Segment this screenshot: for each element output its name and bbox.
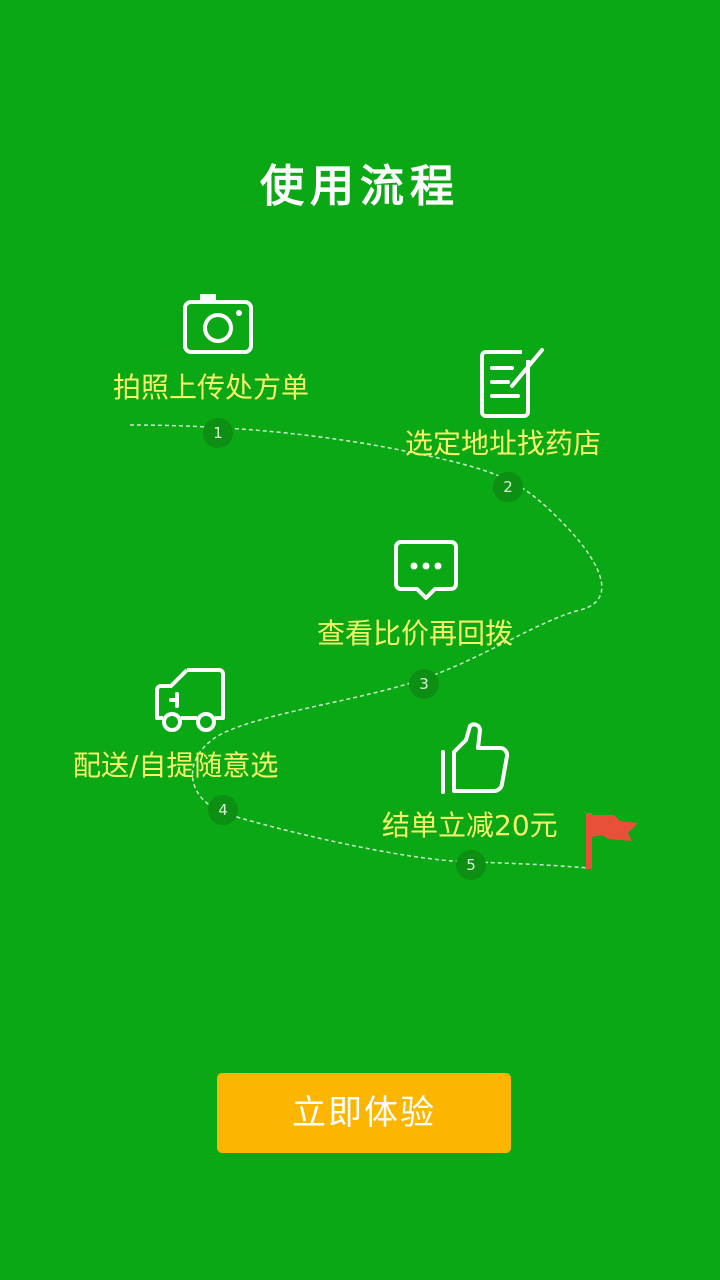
step-1-label: 拍照上传处方单	[113, 371, 310, 404]
step-5-label: 结单立减20元	[382, 809, 558, 842]
try-now-button[interactable]: 立即体验	[217, 1073, 511, 1153]
step-5-number: 5	[456, 850, 486, 880]
step-4-label: 配送/自提随意选	[73, 749, 279, 782]
step-2-label: 选定地址找药店	[405, 427, 602, 460]
red-flag-icon	[586, 813, 638, 869]
step-3-number: 3	[409, 669, 439, 699]
step-1-number: 1	[203, 418, 233, 448]
usage-flow-screen: 使用流程 拍照上传处方单 1 选定地址找药店 2 查看比价再回拨 3 配送/自提…	[0, 0, 720, 1280]
step-4-number: 4	[208, 795, 238, 825]
truck-icon	[155, 668, 225, 732]
edit-note-icon	[480, 348, 544, 418]
chat-bubble-icon	[394, 540, 458, 600]
step-2-number: 2	[493, 472, 523, 502]
step-3-label: 查看比价再回拨	[317, 617, 514, 650]
thumbs-up-icon	[441, 722, 510, 794]
camera-icon	[183, 294, 253, 354]
